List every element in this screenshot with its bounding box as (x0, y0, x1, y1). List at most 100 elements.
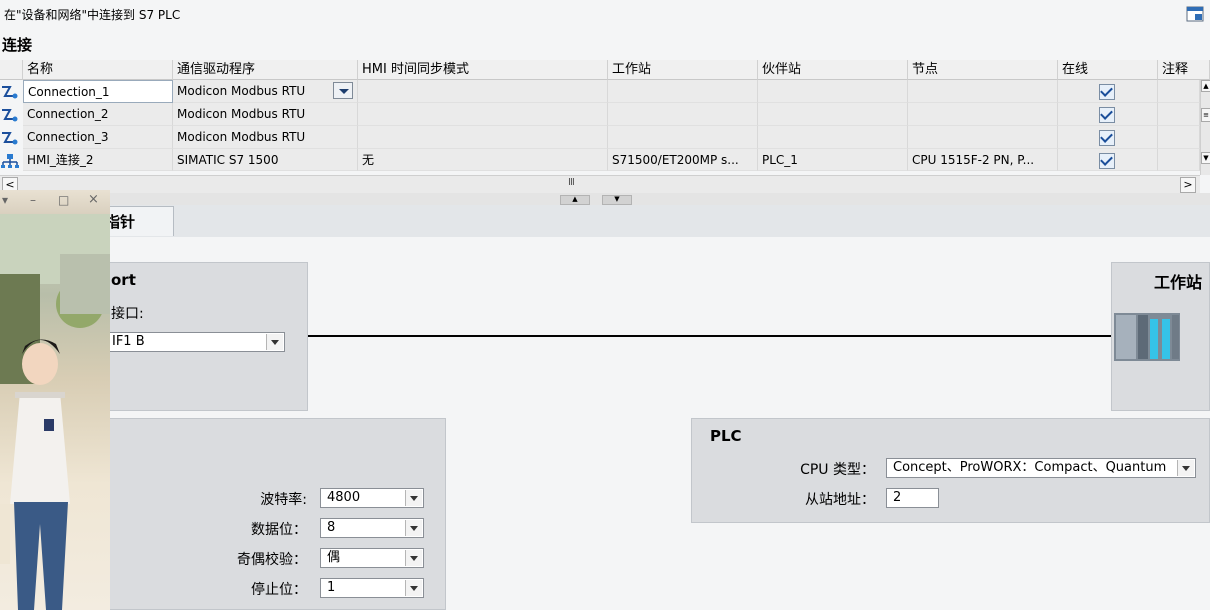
table-row[interactable]: Connection_2 Modicon Modbus RTU (0, 103, 1200, 126)
header-partner[interactable]: 伙伴站 (758, 60, 908, 80)
header-name[interactable]: 名称 (23, 60, 173, 80)
header-online[interactable]: 在线 (1058, 60, 1158, 80)
network-connection-icon (0, 153, 20, 169)
split-view-icon[interactable] (1186, 6, 1204, 22)
cell-name[interactable]: Connection_3 (23, 126, 173, 149)
header-icon-col (0, 60, 23, 80)
cell-partner[interactable] (758, 103, 908, 126)
header-node[interactable]: 节点 (908, 60, 1058, 80)
cell-driver[interactable]: Modicon Modbus RTU (173, 80, 358, 103)
plc-station-icon (1112, 311, 1182, 367)
minimize-icon[interactable]: – (30, 193, 36, 207)
overlay-title-bar[interactable]: ▾ – □ × (0, 190, 110, 214)
modbus-connection-icon (0, 130, 20, 146)
cell-comment[interactable] (1158, 103, 1200, 126)
interface-panel-title: ort (111, 271, 136, 289)
interface-select-value: IF1 B (112, 334, 145, 349)
cpu-type-label: CPU 类型： (800, 462, 875, 478)
cell-partner[interactable] (758, 80, 908, 103)
top-info-text: 在"设备和网络"中连接到 S7 PLC (4, 8, 181, 22)
scroll-thumb[interactable]: ≡ (1201, 108, 1210, 122)
scroll-down-icon[interactable]: ▼ (1201, 152, 1210, 164)
cell-station[interactable]: S71500/ET200MP s... (608, 149, 758, 171)
online-checkbox[interactable] (1099, 107, 1115, 123)
stop-bits-select[interactable]: 1 (320, 578, 424, 598)
cell-driver[interactable]: Modicon Modbus RTU (173, 103, 358, 126)
collapse-up-icon[interactable]: ▲ (560, 195, 590, 205)
cell-comment[interactable] (1158, 80, 1200, 103)
cell-driver[interactable]: Modicon Modbus RTU (173, 126, 358, 149)
chevron-down-icon (405, 490, 422, 506)
cell-driver[interactable]: SIMATIC S7 1500 (173, 149, 358, 171)
overlay-menu-icon[interactable]: ▾ (2, 193, 8, 207)
cell-station[interactable] (608, 126, 758, 149)
cell-station[interactable] (608, 80, 758, 103)
chevron-down-icon (266, 334, 283, 350)
stop-bits-label: 停止位： (251, 582, 307, 598)
cell-node[interactable] (908, 103, 1058, 126)
tab-bar (0, 205, 1210, 237)
collapse-down-icon[interactable]: ▼ (602, 195, 632, 205)
baud-rate-value: 4800 (327, 490, 361, 505)
cell-name[interactable]: HMI_连接_2 (23, 149, 173, 171)
cell-partner[interactable]: PLC_1 (758, 149, 908, 171)
table-row[interactable]: Connection_1 Modicon Modbus RTU (0, 80, 1200, 103)
cell-sync[interactable] (358, 80, 608, 103)
cell-name[interactable]: Connection_2 (23, 103, 173, 126)
cell-node[interactable]: CPU 1515F-2 PN, P... (908, 149, 1058, 171)
scroll-right-icon[interactable]: > (1180, 177, 1196, 193)
chevron-down-icon (1177, 460, 1194, 476)
interface-select[interactable]: IF1 B (105, 332, 285, 352)
chevron-down-icon (405, 550, 422, 566)
baud-rate-select[interactable]: 4800 (320, 488, 424, 508)
cell-name[interactable]: Connection_1 (23, 80, 173, 103)
cell-driver-text: Modicon Modbus RTU (177, 84, 306, 98)
close-icon[interactable]: × (88, 192, 99, 207)
station-title: 工作站 (1153, 273, 1202, 292)
cell-station[interactable] (608, 103, 758, 126)
pane-splitter[interactable]: ▲ ▼ (0, 193, 1210, 205)
driver-dropdown-button[interactable] (333, 82, 353, 99)
cell-online[interactable] (1058, 126, 1158, 149)
cell-comment[interactable] (1158, 149, 1200, 171)
online-checkbox[interactable] (1099, 84, 1115, 100)
data-bits-select[interactable]: 8 (320, 518, 424, 538)
cell-sync[interactable] (358, 103, 608, 126)
cell-sync[interactable] (358, 126, 608, 149)
serial-params-panel: 波特率: 4800 数据位： 8 奇偶校验： 偶 停止位： 1 (96, 418, 446, 610)
table-horizontal-scrollbar[interactable]: < Ⅲ > (0, 175, 1200, 194)
character-image (0, 214, 110, 610)
cell-online[interactable] (1058, 80, 1158, 103)
cell-online[interactable] (1058, 103, 1158, 126)
cell-online[interactable] (1058, 149, 1158, 171)
cell-sync[interactable]: 无 (358, 149, 608, 171)
table-row[interactable]: Connection_3 Modicon Modbus RTU (0, 126, 1200, 149)
cell-partner[interactable] (758, 126, 908, 149)
cell-node[interactable] (908, 126, 1058, 149)
online-checkbox[interactable] (1099, 153, 1115, 169)
baud-rate-label: 波特率: (260, 492, 307, 508)
cpu-type-select[interactable]: Concept、ProWORX：Compact、Quantum (886, 458, 1196, 478)
scroll-up-icon[interactable]: ▲ (1201, 80, 1210, 92)
scroll-thumb-grip[interactable]: Ⅲ (568, 177, 575, 188)
header-driver[interactable]: 通信驱动程序 (173, 60, 358, 80)
stop-bits-value: 1 (327, 580, 336, 595)
table-row[interactable]: HMI_连接_2 SIMATIC S7 1500 无 S71500/ET200M… (0, 149, 1200, 171)
header-station[interactable]: 工作站 (608, 60, 758, 80)
parity-label: 奇偶校验： (237, 552, 307, 568)
station-panel: 工作站 (1111, 262, 1210, 411)
overlay-character-window[interactable] (0, 190, 110, 610)
cell-node[interactable] (908, 80, 1058, 103)
maximize-icon[interactable]: □ (58, 193, 69, 207)
parity-select[interactable]: 偶 (320, 548, 424, 568)
chevron-down-icon (405, 580, 422, 596)
slave-address-input[interactable]: 2 (886, 488, 939, 508)
online-checkbox[interactable] (1099, 130, 1115, 146)
header-hmi-sync[interactable]: HMI 时间同步模式 (358, 60, 608, 80)
table-vertical-scrollbar[interactable]: ▲ ≡ ▼ (1200, 80, 1210, 175)
connection-line (308, 335, 1112, 337)
cell-comment[interactable] (1158, 126, 1200, 149)
header-comment[interactable]: 注释 (1158, 60, 1210, 80)
interface-panel: ort 接口: IF1 B (96, 262, 308, 411)
interface-label: 接口: (111, 306, 144, 322)
